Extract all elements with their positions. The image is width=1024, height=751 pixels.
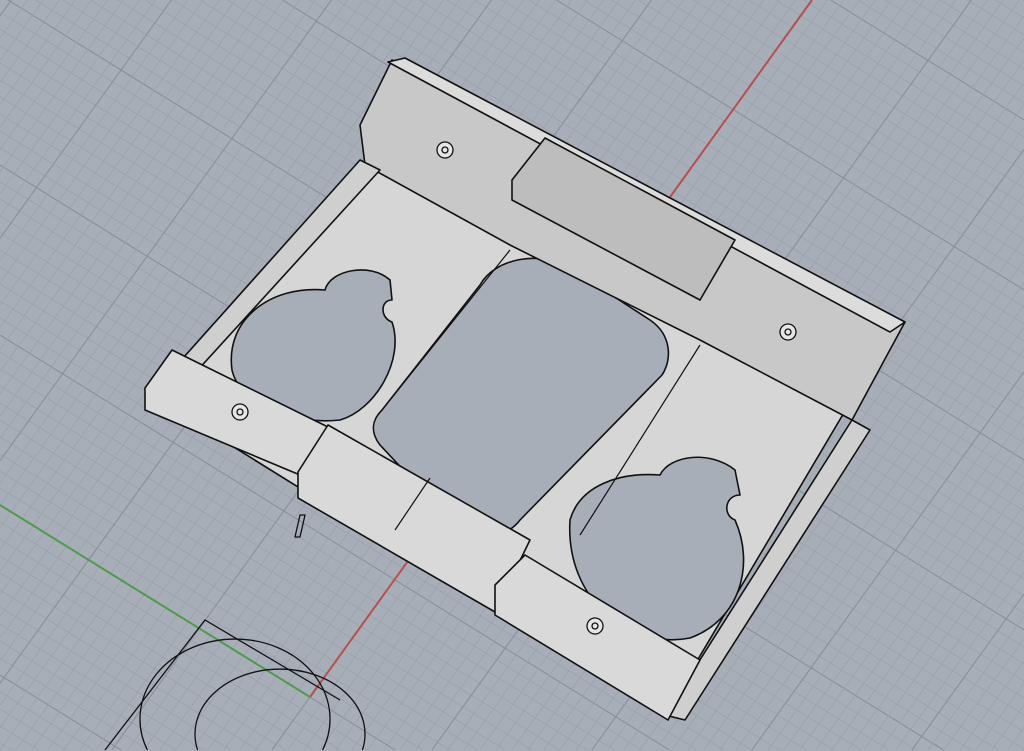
drive-bracket-model[interactable] — [144, 57, 906, 721]
grid-line — [895, 571, 1024, 751]
grid-line — [885, 0, 1024, 87]
grid-line — [879, 549, 1024, 751]
grid-line — [830, 0, 1024, 121]
grid-line — [0, 0, 76, 106]
grid-line — [857, 0, 1024, 104]
grid-line — [0, 691, 94, 751]
viewport-canvas[interactable] — [0, 0, 1024, 751]
grid-line — [831, 482, 1024, 751]
grid-line — [0, 708, 67, 751]
grid-line — [994, 0, 1024, 19]
grid-line — [0, 0, 124, 172]
grid-line — [991, 705, 1024, 751]
grid-line — [783, 415, 1024, 751]
grid-line — [0, 0, 60, 83]
grid-line — [665, 0, 1024, 223]
grid-line — [1007, 727, 1024, 751]
perspective-viewport[interactable] — [0, 0, 1024, 751]
grid-line — [0, 0, 236, 328]
grid-line — [927, 616, 1024, 751]
grid-line — [0, 0, 156, 217]
grid-line — [803, 0, 1024, 138]
grid-line — [975, 682, 1024, 751]
grid-line — [0, 0, 12, 17]
grid-line — [959, 660, 1024, 751]
grid-line — [0, 742, 12, 751]
grid-line — [911, 593, 1024, 751]
grid-line — [0, 0, 204, 284]
grid-line — [847, 504, 1024, 751]
grid-line — [0, 0, 28, 39]
grid-line — [0, 0, 188, 261]
grid-line — [0, 0, 140, 195]
grid-line — [0, 640, 177, 751]
grid-line — [638, 0, 1024, 240]
grid-line — [0, 674, 122, 751]
